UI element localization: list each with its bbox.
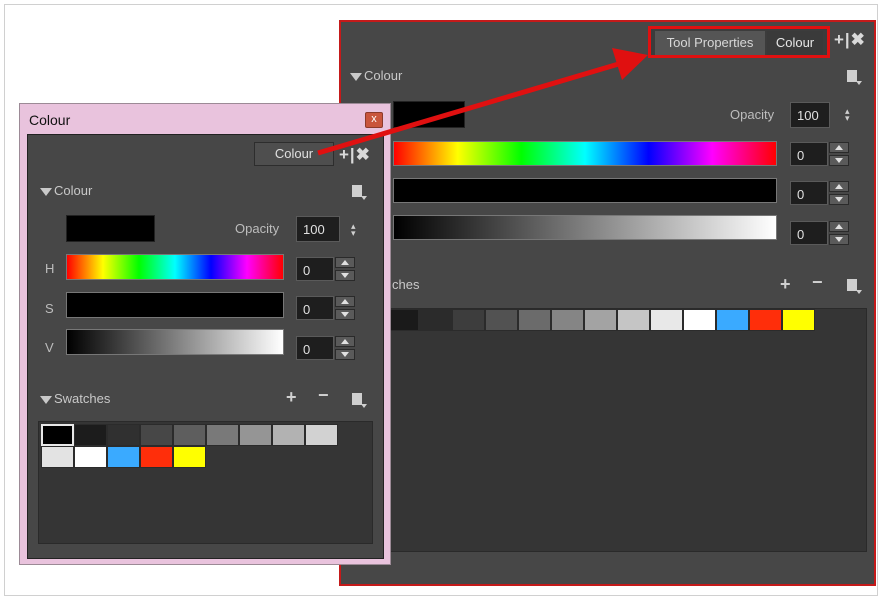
annotation-arrow	[317, 48, 648, 156]
arrow-head	[612, 48, 648, 80]
arrow-shaft	[317, 60, 623, 156]
